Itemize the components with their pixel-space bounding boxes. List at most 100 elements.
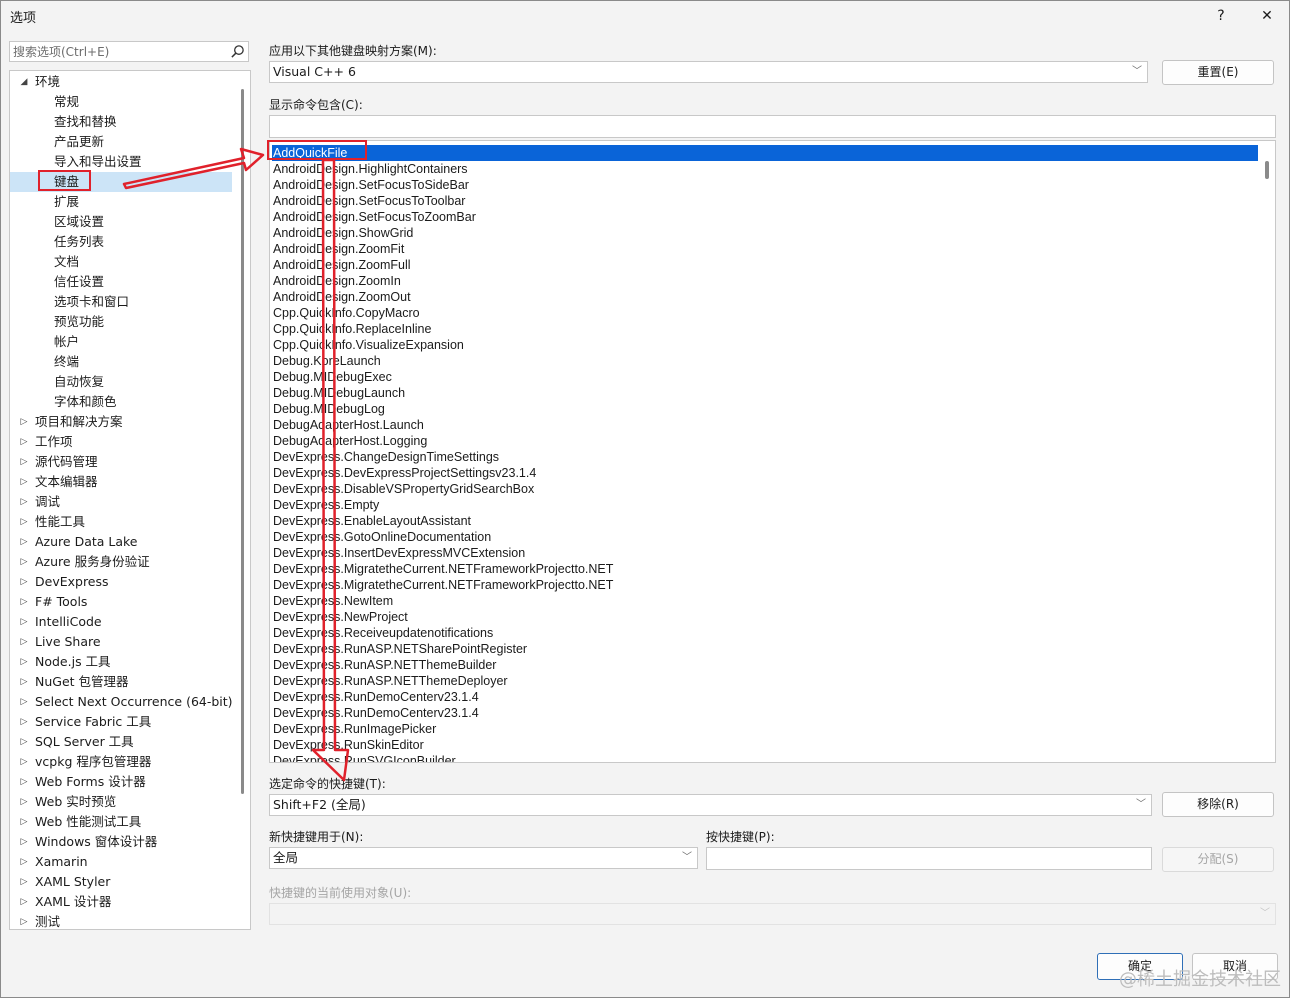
command-item[interactable]: Cpp.QuickInfo.ReplaceInline	[272, 321, 1258, 337]
tree-item[interactable]: ▷ vcpkg 程序包管理器	[10, 752, 232, 772]
tree-item[interactable]: 键盘	[10, 172, 232, 192]
command-item[interactable]: DevExpress.RunASP.NETThemeBuilder	[272, 657, 1258, 673]
tree-item[interactable]: ▷ 调试	[10, 492, 232, 512]
tree-item[interactable]: 查找和替换	[10, 112, 232, 132]
tree-item[interactable]: ▷ XAML Styler	[10, 872, 232, 892]
command-item[interactable]: DevExpress.RunDemoCenterv23.1.4	[272, 689, 1258, 705]
tree-item[interactable]: ▷ DevExpress	[10, 572, 232, 592]
command-item[interactable]: DevExpress.RunDemoCenterv23.1.4	[272, 705, 1258, 721]
collapsed-arrow-icon[interactable]: ▷	[19, 832, 29, 852]
collapsed-arrow-icon[interactable]: ▷	[19, 792, 29, 812]
tree-item[interactable]: 任务列表	[10, 232, 232, 252]
command-list[interactable]: AddQuickFile AndroidDesign.HighlightConta…	[269, 140, 1276, 763]
command-filter-field[interactable]	[269, 115, 1276, 138]
tree-item[interactable]: ▷ 性能工具	[10, 512, 232, 532]
collapsed-arrow-icon[interactable]: ▷	[19, 672, 29, 692]
collapsed-arrow-icon[interactable]: ▷	[19, 852, 29, 872]
collapsed-arrow-icon[interactable]: ▷	[19, 472, 29, 492]
assign-button[interactable]: 分配(S)	[1162, 847, 1274, 872]
collapsed-arrow-icon[interactable]: ▷	[19, 632, 29, 652]
command-item[interactable]: DevExpress.RunImagePicker	[272, 721, 1258, 737]
command-list-scrollbar[interactable]	[1265, 161, 1269, 179]
tree-item[interactable]: ▷ XAML 设计器	[10, 892, 232, 912]
tree-item[interactable]: ▷ Node.js 工具	[10, 652, 232, 672]
command-item[interactable]: AndroidDesign.SetFocusToZoomBar	[272, 209, 1258, 225]
tree-item[interactable]: 选项卡和窗口	[10, 292, 232, 312]
collapsed-arrow-icon[interactable]: ▷	[19, 772, 29, 792]
command-item[interactable]: DevExpress.DevExpressProjectSettingsv23.…	[272, 465, 1258, 481]
collapsed-arrow-icon[interactable]: ▷	[19, 812, 29, 832]
tree-item[interactable]: 区域设置	[10, 212, 232, 232]
command-item[interactable]: Debug.MIDebugLog	[272, 401, 1258, 417]
tree-item[interactable]: ▷ SQL Server 工具	[10, 732, 232, 752]
search-icon[interactable]	[230, 44, 245, 59]
tree-item[interactable]: ▷ Live Share	[10, 632, 232, 652]
command-item[interactable]: DevExpress.MigratetheCurrent.NETFramewor…	[272, 561, 1258, 577]
command-item[interactable]: DevExpress.RunSkinEditor	[272, 737, 1258, 753]
command-item[interactable]: AndroidDesign.ZoomOut	[272, 289, 1258, 305]
options-tree[interactable]: ◢ 环境 常规 查找和替换 产品更新 导入和导出设置 键盘 扩展 区域设置 任务列表 文档 信任设置选…	[9, 70, 251, 930]
press-shortcut-field[interactable]	[706, 847, 1152, 870]
tree-item[interactable]: ▷ Xamarin	[10, 852, 232, 872]
command-filter-input[interactable]	[270, 116, 1275, 137]
command-item[interactable]: AndroidDesign.SetFocusToToolbar	[272, 193, 1258, 209]
command-item[interactable]: AndroidDesign.HighlightContainers	[272, 161, 1258, 177]
tree-item[interactable]: 自动恢复	[10, 372, 232, 392]
command-item[interactable]: Debug.MIDebugLaunch	[272, 385, 1258, 401]
tree-item[interactable]: 文档	[10, 252, 232, 272]
tree-item[interactable]: ▷ 项目和解决方案	[10, 412, 232, 432]
tree-scrollbar[interactable]	[241, 89, 244, 794]
command-item[interactable]: Cpp.QuickInfo.VisualizeExpansion	[272, 337, 1258, 353]
command-item[interactable]: DebugAdapterHost.Launch	[272, 417, 1258, 433]
tree-item[interactable]: ▷ Azure Data Lake	[10, 532, 232, 552]
command-item[interactable]: DevExpress.GotoOnlineDocumentation	[272, 529, 1258, 545]
shortcuts-select[interactable]: Shift+F2 (全局) ﹀	[269, 794, 1152, 816]
command-item[interactable]: DevExpress.RunASP.NETSharePointRegister	[272, 641, 1258, 657]
collapsed-arrow-icon[interactable]: ▷	[19, 452, 29, 472]
new-shortcut-scope-select[interactable]: 全局 ﹀	[269, 847, 698, 869]
command-item[interactable]: DevExpress.MigratetheCurrent.NETFramewor…	[272, 577, 1258, 593]
tree-item[interactable]: ▷ 源代码管理	[10, 452, 232, 472]
command-item[interactable]: DevExpress.NewProject	[272, 609, 1258, 625]
collapsed-arrow-icon[interactable]: ▷	[19, 712, 29, 732]
command-item[interactable]: DebugAdapterHost.Logging	[272, 433, 1258, 449]
tree-item[interactable]: ▷ Web 性能测试工具	[10, 812, 232, 832]
collapsed-arrow-icon[interactable]: ▷	[19, 512, 29, 532]
expanded-arrow-icon[interactable]: ◢	[19, 72, 29, 92]
tree-item[interactable]: 帐户	[10, 332, 232, 352]
command-item[interactable]: AndroidDesign.ZoomFull	[272, 257, 1258, 273]
command-item[interactable]: DevExpress.EnableLayoutAssistant	[272, 513, 1258, 529]
collapsed-arrow-icon[interactable]: ▷	[19, 892, 29, 912]
collapsed-arrow-icon[interactable]: ▷	[19, 612, 29, 632]
collapsed-arrow-icon[interactable]: ▷	[19, 492, 29, 512]
command-item[interactable]: AndroidDesign.ZoomFit	[272, 241, 1258, 257]
tree-item[interactable]: ▷ Select Next Occurrence (64-bit)	[10, 692, 233, 712]
tree-item[interactable]: 产品更新	[10, 132, 232, 152]
tree-item[interactable]: ▷ IntelliCode	[10, 612, 232, 632]
tree-item[interactable]: ▷ Web 实时预览	[10, 792, 232, 812]
collapsed-arrow-icon[interactable]: ▷	[19, 912, 29, 929]
tree-item[interactable]: ▷ 工作项	[10, 432, 232, 452]
mapping-scheme-select[interactable]: Visual C++ 6 ﹀	[269, 61, 1148, 83]
collapsed-arrow-icon[interactable]: ▷	[19, 872, 29, 892]
command-item[interactable]: AndroidDesign.ShowGrid	[272, 225, 1258, 241]
tree-item[interactable]: ▷ Azure 服务身份验证	[10, 552, 232, 572]
command-item[interactable]: AndroidDesign.ZoomIn	[272, 273, 1258, 289]
tree-item[interactable]: ▷ 文本编辑器	[10, 472, 232, 492]
command-item[interactable]: DevExpress.ChangeDesignTimeSettings	[272, 449, 1258, 465]
tree-item[interactable]: 信任设置	[10, 272, 232, 292]
command-item[interactable]: Cpp.QuickInfo.CopyMacro	[272, 305, 1258, 321]
close-button[interactable]: ✕	[1252, 5, 1282, 27]
tree-item[interactable]: ▷ 测试	[10, 912, 232, 929]
command-item[interactable]: DevExpress.InsertDevExpressMVCExtension	[272, 545, 1258, 561]
command-item[interactable]: DevExpress.RunASP.NETThemeDeployer	[272, 673, 1258, 689]
collapsed-arrow-icon[interactable]: ▷	[19, 572, 29, 592]
collapsed-arrow-icon[interactable]: ▷	[19, 592, 29, 612]
tree-item[interactable]: 常规	[10, 92, 232, 112]
command-item[interactable]: DevExpress.RunSVGIconBuilder	[272, 753, 1258, 762]
collapsed-arrow-icon[interactable]: ▷	[19, 432, 29, 452]
tree-item[interactable]: ▷ Service Fabric 工具	[10, 712, 232, 732]
tree-item[interactable]: 预览功能	[10, 312, 232, 332]
command-item[interactable]: DevExpress.Empty	[272, 497, 1258, 513]
search-input[interactable]	[13, 43, 223, 60]
